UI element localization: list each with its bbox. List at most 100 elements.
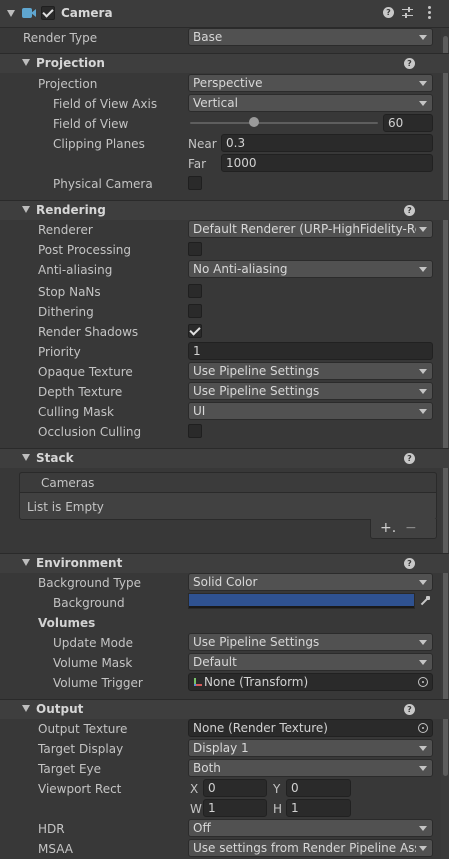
add-camera-button[interactable]: +. xyxy=(380,519,396,537)
update-mode-label: Update Mode xyxy=(53,636,133,650)
clipping-planes-label: Clipping Planes xyxy=(53,137,145,151)
depth-texture-label: Depth Texture xyxy=(38,385,123,399)
priority-field[interactable]: 1 xyxy=(188,342,433,360)
chevron-down-icon xyxy=(419,81,427,86)
fov-slider-track[interactable] xyxy=(190,122,378,124)
fov-slider-handle[interactable] xyxy=(248,117,259,127)
help-icon[interactable]: ? xyxy=(404,704,415,715)
viewport-rect-label: Viewport Rect xyxy=(38,782,122,796)
remove-camera-button[interactable]: − xyxy=(405,519,417,537)
depth-texture-dropdown[interactable]: Use Pipeline Settings xyxy=(188,382,433,400)
object-picker-icon[interactable] xyxy=(418,723,428,733)
fov-label: Field of View xyxy=(53,117,129,131)
foldout-arrow-icon xyxy=(22,559,30,566)
chevron-down-icon xyxy=(419,846,427,851)
chevron-down-icon xyxy=(419,746,427,751)
viewport-x-label: X xyxy=(190,782,199,796)
dithering-label: Dithering xyxy=(38,305,94,319)
environment-section-header[interactable]: Environment ? xyxy=(0,553,449,573)
output-section-header[interactable]: Output ? xyxy=(0,699,449,719)
projection-label: Projection xyxy=(38,77,98,91)
projection-dropdown[interactable]: Perspective xyxy=(188,74,433,92)
help-icon[interactable]: ? xyxy=(404,58,415,69)
volume-trigger-label: Volume Trigger xyxy=(53,676,143,690)
viewport-w-field[interactable]: 1 xyxy=(203,799,267,817)
output-texture-field[interactable]: None (Render Texture) xyxy=(188,719,433,737)
viewport-h-label: H xyxy=(273,802,283,816)
priority-label: Priority xyxy=(38,345,81,359)
help-icon[interactable]: ? xyxy=(404,558,415,569)
far-field[interactable]: 1000 xyxy=(221,154,433,172)
render-type-dropdown[interactable]: Base xyxy=(188,28,433,46)
volume-mask-dropdown[interactable]: Default xyxy=(188,653,433,671)
viewport-y-field[interactable]: 0 xyxy=(286,779,351,797)
hdr-dropdown[interactable]: Off xyxy=(188,819,433,837)
render-shadows-checkbox[interactable] xyxy=(188,324,202,338)
physical-camera-checkbox[interactable] xyxy=(188,176,202,190)
background-type-label: Background Type xyxy=(38,576,141,590)
object-picker-icon[interactable] xyxy=(418,677,428,687)
check-icon xyxy=(189,324,201,336)
chevron-down-icon xyxy=(419,766,427,771)
fov-axis-dropdown[interactable]: Vertical xyxy=(188,94,433,112)
component-foldout-arrow[interactable] xyxy=(7,10,15,17)
update-mode-dropdown[interactable]: Use Pipeline Settings xyxy=(188,633,433,651)
volumes-label: Volumes xyxy=(38,616,96,630)
help-icon[interactable]: ? xyxy=(383,7,394,18)
stop-nans-checkbox[interactable] xyxy=(188,284,202,298)
occlusion-culling-checkbox[interactable] xyxy=(188,424,202,438)
chevron-down-icon xyxy=(419,409,427,414)
eyedropper-icon[interactable] xyxy=(418,595,432,607)
viewport-x-field[interactable]: 0 xyxy=(203,779,267,797)
transform-icon xyxy=(193,678,202,687)
presets-icon[interactable] xyxy=(402,7,413,18)
occlusion-culling-label: Occlusion Culling xyxy=(38,425,142,439)
anti-aliasing-label: Anti-aliasing xyxy=(38,263,113,277)
help-icon[interactable]: ? xyxy=(404,453,415,464)
render-shadows-label: Render Shadows xyxy=(38,325,139,339)
post-processing-checkbox[interactable] xyxy=(188,242,202,256)
fov-value-field[interactable]: 60 xyxy=(383,114,433,132)
foldout-arrow-icon xyxy=(22,206,30,213)
viewport-h-field[interactable]: 1 xyxy=(286,799,351,817)
target-eye-dropdown[interactable]: Both xyxy=(188,759,433,777)
msaa-label: MSAA xyxy=(38,842,73,856)
foldout-arrow-icon xyxy=(22,59,30,66)
volume-trigger-field[interactable]: None (Transform) xyxy=(188,673,433,691)
target-display-dropdown[interactable]: Display 1 xyxy=(188,739,433,757)
chevron-down-icon xyxy=(419,101,427,106)
msaa-dropdown[interactable]: Use settings from Render Pipeline Asset xyxy=(188,839,433,857)
near-field[interactable]: 0.3 xyxy=(221,134,433,152)
anti-aliasing-dropdown[interactable]: No Anti-aliasing xyxy=(188,260,433,278)
scrollbar-thumb[interactable] xyxy=(443,36,448,776)
chevron-down-icon xyxy=(419,640,427,645)
background-type-dropdown[interactable]: Solid Color xyxy=(188,573,433,591)
foldout-arrow-icon xyxy=(22,454,30,461)
background-color-alpha-bar xyxy=(189,606,414,608)
dithering-checkbox[interactable] xyxy=(188,304,202,318)
output-texture-label: Output Texture xyxy=(38,722,128,736)
volume-mask-label: Volume Mask xyxy=(53,656,133,670)
far-label: Far xyxy=(188,157,207,171)
culling-mask-dropdown[interactable]: UI xyxy=(188,402,433,420)
chevron-down-icon xyxy=(419,267,427,272)
opaque-texture-dropdown[interactable]: Use Pipeline Settings xyxy=(188,362,433,380)
render-type-label: Render Type xyxy=(23,31,98,45)
chevron-down-icon xyxy=(419,580,427,585)
stack-section-header[interactable]: Stack ? xyxy=(0,448,449,468)
stop-nans-label: Stop NaNs xyxy=(38,285,101,299)
rendering-section-header[interactable]: Rendering ? xyxy=(0,200,449,220)
more-options-icon[interactable] xyxy=(428,6,431,19)
camera-icon-lens xyxy=(31,9,36,17)
cameras-list-title: Cameras xyxy=(41,476,95,490)
check-icon xyxy=(42,6,54,18)
physical-camera-label: Physical Camera xyxy=(53,177,153,191)
culling-mask-label: Culling Mask xyxy=(38,405,114,419)
help-icon[interactable]: ? xyxy=(404,205,415,216)
renderer-dropdown[interactable]: Default Renderer (URP-HighFidelity-Rer xyxy=(188,220,433,238)
projection-section-header[interactable]: Projection ? xyxy=(0,53,449,73)
background-label: Background xyxy=(53,596,125,610)
list-empty-text: List is Empty xyxy=(27,500,104,514)
component-enabled-checkbox[interactable] xyxy=(41,6,55,20)
hdr-label: HDR xyxy=(38,822,65,836)
